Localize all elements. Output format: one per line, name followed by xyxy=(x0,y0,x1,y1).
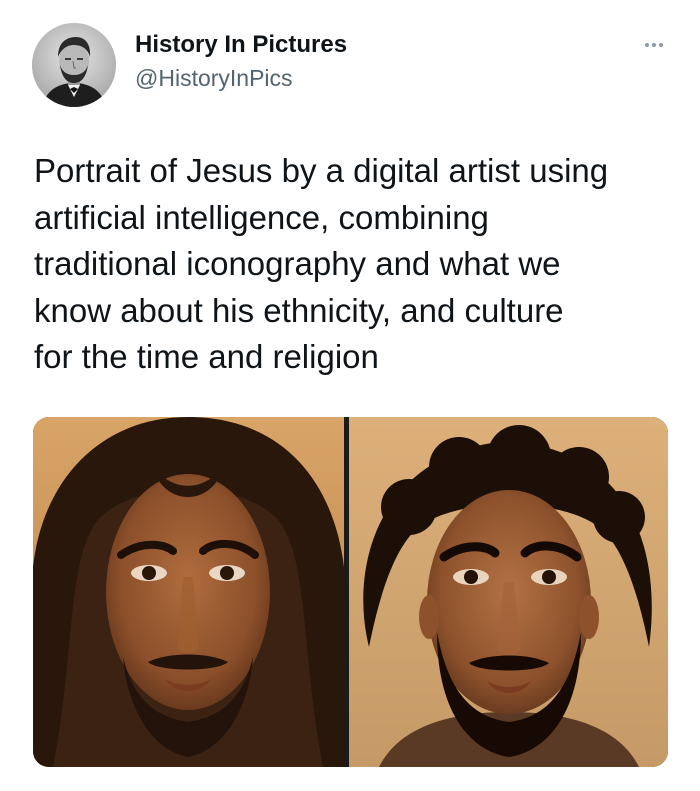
portrait-avatar-icon xyxy=(32,23,116,107)
more-options-icon xyxy=(645,43,649,47)
tweet-text-line: traditional iconography and what we xyxy=(34,245,561,282)
tweet-text: Portrait of Jesus by a digital artist us… xyxy=(34,148,674,381)
media-image-left[interactable] xyxy=(33,417,344,767)
more-options-icon xyxy=(659,43,663,47)
portrait-image xyxy=(349,417,668,767)
more-options-icon xyxy=(652,43,656,47)
tweet-text-line: know about his ethnicity, and culture xyxy=(34,291,564,329)
tweet-card: History In Pictures @HistoryInPics Portr… xyxy=(0,0,700,791)
more-options-button[interactable] xyxy=(636,30,672,60)
author-avatar[interactable] xyxy=(32,23,116,107)
portrait-image xyxy=(33,417,344,767)
tweet-text-line: for the time and religion xyxy=(34,338,379,375)
tweet-text-line: Portrait of Jesus by a digital artist us… xyxy=(34,152,609,189)
author-handle[interactable]: @HistoryInPics xyxy=(135,65,293,92)
author-display-name[interactable]: History In Pictures xyxy=(135,31,347,59)
tweet-media[interactable] xyxy=(33,417,668,767)
media-image-right[interactable] xyxy=(349,417,668,767)
tweet-text-line: artificial intelligence, combining xyxy=(34,198,489,236)
